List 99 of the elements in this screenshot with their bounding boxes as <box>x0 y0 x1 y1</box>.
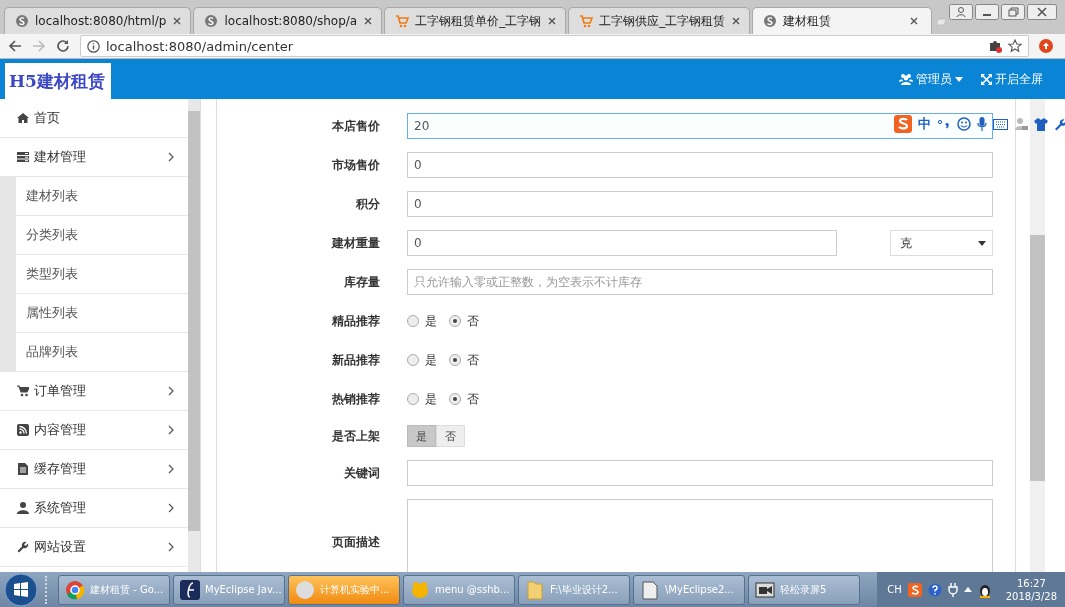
radio-label: 是 <box>425 351 437 369</box>
close-icon[interactable] <box>731 16 742 26</box>
close-icon[interactable] <box>909 16 920 26</box>
close-icon[interactable] <box>172 16 183 26</box>
folder-icon <box>525 579 545 600</box>
plug-icon[interactable] <box>947 582 958 597</box>
radio-button[interactable] <box>407 315 419 327</box>
field-label: 本店售价 <box>331 117 381 135</box>
radio-label: 是 <box>425 390 437 408</box>
clock-date[interactable]: 2018/3/28 <box>1005 589 1057 603</box>
site-logo: H5建材租赁 <box>5 63 111 99</box>
chevron-icon <box>168 503 174 513</box>
radio-button[interactable] <box>407 354 419 366</box>
admin-menu[interactable]: 管理员 <box>899 70 963 88</box>
radio-label: 否 <box>467 390 479 408</box>
radio-label: 否 <box>467 312 479 330</box>
field-label: 热销推荐 <box>331 390 381 408</box>
close-icon[interactable] <box>1027 4 1057 20</box>
input-field[interactable]: 只允许输入零或正整数，为空表示不计库存 <box>407 269 993 295</box>
field-label: 关键词 <box>343 464 381 482</box>
browser-tab[interactable]: 工字钢供应_工字钢租赁 <box>568 7 751 34</box>
cart-icon <box>395 14 410 28</box>
field-label: 新品推荐 <box>331 351 381 369</box>
reload-icon[interactable] <box>56 39 70 53</box>
caret-icon <box>978 240 986 246</box>
keyboard-icon[interactable] <box>993 118 1008 130</box>
cart-icon <box>17 385 29 397</box>
input-field[interactable]: 0 <box>407 152 993 178</box>
shirt-icon[interactable] <box>1034 117 1048 131</box>
radio-button[interactable] <box>449 354 461 366</box>
chevron-icon <box>168 425 174 435</box>
chevron-icon <box>168 464 174 474</box>
upload-icon[interactable] <box>1039 39 1053 53</box>
input-field[interactable]: 0 <box>407 230 837 256</box>
radio-label: 是 <box>425 312 437 330</box>
puzzle-icon[interactable] <box>988 39 1002 53</box>
s-logo-icon[interactable] <box>894 115 912 133</box>
chevron-icon <box>168 152 174 162</box>
ide-logo-icon <box>180 579 200 600</box>
document-icon <box>17 463 29 475</box>
browser-tab[interactable]: localhost:8080/html/p <box>4 7 192 34</box>
page-scrollbar[interactable] <box>1030 99 1045 572</box>
browser-logo-icon <box>65 579 85 600</box>
field-label: 是否上架 <box>331 427 381 445</box>
s-logo-icon[interactable] <box>907 582 922 597</box>
clock-time[interactable]: 16:27 <box>1016 576 1046 590</box>
info-icon[interactable] <box>87 39 100 53</box>
radio-button[interactable] <box>449 315 461 327</box>
back-icon[interactable] <box>8 39 22 53</box>
recorder-icon <box>755 579 775 600</box>
unit-dropdown[interactable]: 克 <box>890 230 993 256</box>
caret-icon <box>955 76 963 82</box>
address-field[interactable]: localhost:8080/admin/center <box>80 35 1029 57</box>
browser-tab[interactable]: 建材租赁 <box>752 7 933 34</box>
chevron-icon <box>168 386 174 396</box>
field-label: 积分 <box>355 195 381 213</box>
restore-icon[interactable] <box>1001 4 1025 20</box>
input-field[interactable] <box>407 460 993 486</box>
sidebar-scrollbar[interactable] <box>188 99 200 572</box>
input-mode-toggle[interactable]: 中 <box>918 115 931 133</box>
field-label: 市场售价 <box>331 156 381 174</box>
cart-icon <box>579 14 594 28</box>
rss-icon <box>17 424 29 436</box>
field-label: 精品推荐 <box>331 312 381 330</box>
radio-label: 否 <box>467 351 479 369</box>
field-label: 页面描述 <box>331 533 381 551</box>
document-icon <box>640 579 660 600</box>
toggle-button[interactable]: 是 <box>407 425 436 447</box>
wrench-icon <box>17 541 29 553</box>
user-icon[interactable] <box>1014 117 1028 131</box>
punctuation-icon[interactable] <box>937 118 951 130</box>
fullscreen-button[interactable]: 开启全屏 <box>981 70 1043 88</box>
smiley-icon[interactable] <box>957 117 971 131</box>
radio-button[interactable] <box>407 393 419 405</box>
wrench-icon[interactable] <box>1054 117 1065 131</box>
tray-arrow-icon[interactable] <box>963 587 972 592</box>
minimize-icon[interactable] <box>975 4 999 20</box>
user-icon[interactable] <box>949 4 973 20</box>
expand-icon <box>981 73 992 85</box>
input-field[interactable]: 0 <box>407 191 993 217</box>
toggle-button[interactable]: 否 <box>436 425 465 447</box>
avatar-icon <box>295 579 315 600</box>
server-icon <box>17 151 29 163</box>
radio-button[interactable] <box>449 393 461 405</box>
star-icon[interactable] <box>1008 39 1022 53</box>
home-icon <box>17 112 29 124</box>
chevron-icon <box>168 542 174 552</box>
help-icon[interactable] <box>927 582 942 597</box>
user-icon <box>17 502 29 514</box>
users-icon <box>899 73 913 85</box>
browser-tab[interactable]: localhost:8080/shop/a <box>193 7 383 34</box>
start-button-icon[interactable] <box>4 572 38 607</box>
field-label: 库存量 <box>343 273 381 291</box>
language-indicator[interactable]: CH <box>887 584 902 595</box>
close-icon[interactable] <box>363 16 374 26</box>
field-label: 建材重量 <box>330 234 381 252</box>
close-icon[interactable] <box>547 16 558 26</box>
browser-tab[interactable]: 工字钢租赁单价_工字钢 <box>384 7 567 34</box>
microphone-icon[interactable] <box>977 117 987 131</box>
